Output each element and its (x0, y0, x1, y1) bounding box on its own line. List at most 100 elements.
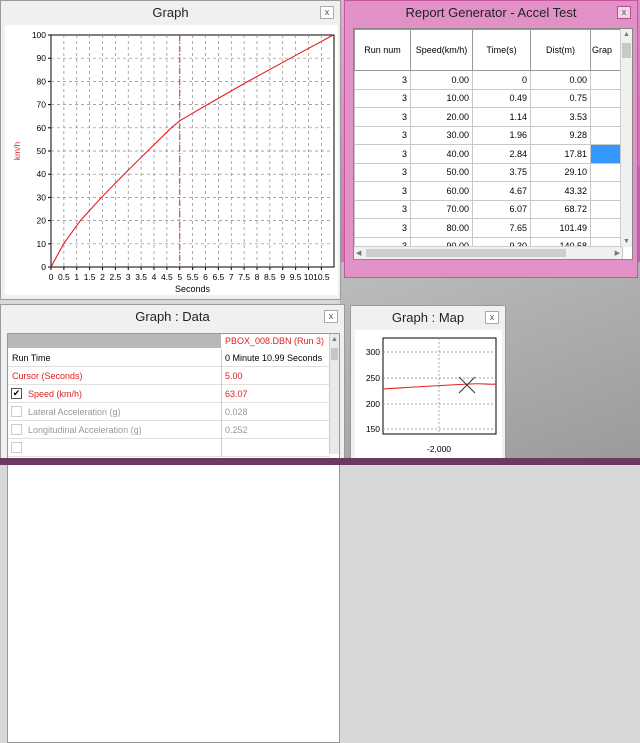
run-num-cell[interactable]: 3 (354, 199, 411, 219)
column-header-speed[interactable]: Speed(km/h) (410, 29, 473, 71)
data-row-run-time[interactable]: Run Time 0 Minute 10.99 Seconds (8, 349, 330, 367)
report-close-button[interactable]: x (617, 6, 631, 19)
table-row[interactable]: 3 60.00 4.67 43.32 (354, 181, 623, 201)
speed-cell[interactable]: 20.00 (410, 107, 473, 127)
dist-cell[interactable]: 43.32 (530, 181, 591, 201)
dist-cell[interactable]: 101.49 (530, 218, 591, 238)
graph-map-window[interactable]: Graph : Map x 300 250 200 150 -2,000 (350, 305, 506, 465)
time-cell[interactable]: 6.07 (472, 199, 531, 219)
data-row-speed[interactable]: ✔ Speed (km/h) 63.07 (8, 385, 330, 403)
data-vscroll-thumb[interactable] (331, 348, 338, 360)
time-cell[interactable]: 0.49 (472, 88, 531, 108)
graph-cell[interactable] (590, 199, 623, 219)
report-horizontal-scrollbar[interactable]: ◀ ▶ (354, 246, 622, 259)
report-generator-window[interactable]: Report Generator - Accel Test x Run num … (344, 0, 638, 278)
row-checkbox[interactable] (11, 442, 22, 453)
time-cell[interactable]: 1.14 (472, 107, 531, 127)
scroll-right-icon[interactable]: ▶ (615, 249, 620, 257)
speed-checkbox[interactable]: ✔ (11, 388, 22, 399)
table-row[interactable]: 3 20.00 1.14 3.53 (354, 107, 623, 127)
report-hscroll-thumb[interactable] (366, 249, 566, 257)
speed-cell[interactable]: 0.00 (410, 70, 473, 90)
x-tick-label: 3 (126, 272, 131, 282)
dist-cell[interactable]: 29.10 (530, 162, 591, 182)
speed-cell[interactable]: 40.00 (410, 144, 473, 164)
table-row[interactable]: 3 40.00 2.84 17.81 (354, 144, 623, 164)
x-tick-label: 4.5 (161, 272, 173, 282)
time-cell[interactable]: 4.67 (472, 181, 531, 201)
scroll-up-icon[interactable]: ▲ (623, 31, 630, 38)
speed-cell[interactable]: 80.00 (410, 218, 473, 238)
graph-cell[interactable] (590, 88, 623, 108)
graph-cell[interactable] (590, 162, 623, 182)
dist-cell[interactable]: 17.81 (530, 144, 591, 164)
run-num-cell[interactable]: 3 (354, 125, 411, 145)
graph-close-button[interactable]: x (320, 6, 334, 19)
data-row-cursor[interactable]: Cursor (Seconds) 5.00 (8, 367, 330, 385)
report-table-container: Run num Speed(km/h) Time(s) Dist(m) Grap… (353, 28, 633, 260)
speed-cell[interactable]: 60.00 (410, 181, 473, 201)
lateral-acceleration-checkbox[interactable] (11, 406, 22, 417)
speed-cell[interactable]: 10.00 (410, 88, 473, 108)
time-cell[interactable]: 2.84 (472, 144, 531, 164)
data-row-partial[interactable] (8, 439, 330, 457)
run-num-cell[interactable]: 3 (354, 181, 411, 201)
data-row-longitudinal-acceleration[interactable]: Longitudinal Acceleration (g) 0.252 (8, 421, 330, 439)
run-num-cell[interactable]: 3 (354, 218, 411, 238)
column-header-dist[interactable]: Dist(m) (530, 29, 591, 71)
x-tick-label: 2 (100, 272, 105, 282)
column-header-graph[interactable]: Grap (590, 29, 623, 71)
map-plot-area[interactable]: 300 250 200 150 -2,000 (355, 330, 502, 460)
graph-cell[interactable] (590, 70, 623, 90)
scroll-down-icon[interactable]: ▼ (623, 238, 630, 245)
time-cell[interactable]: 1.96 (472, 125, 531, 145)
map-close-button[interactable]: x (485, 311, 499, 324)
graph-cell[interactable] (590, 107, 623, 127)
dist-cell[interactable]: 9.28 (530, 125, 591, 145)
run-num-cell[interactable]: 3 (354, 144, 411, 164)
graph-cell[interactable] (590, 181, 623, 201)
dist-cell[interactable]: 68.72 (530, 199, 591, 219)
run-num-cell[interactable]: 3 (354, 88, 411, 108)
longitudinal-acceleration-checkbox[interactable] (11, 424, 22, 435)
table-row[interactable]: 3 10.00 0.49 0.75 (354, 88, 623, 108)
scroll-left-icon[interactable]: ◀ (356, 249, 361, 257)
time-cell[interactable]: 7.65 (472, 218, 531, 238)
report-window-title: Report Generator - Accel Test (405, 5, 577, 20)
graph-plot-area[interactable]: 0 10 20 30 40 50 60 70 80 90 100 0 0.5 1 1.5 2 2.5 3 3.5 4 4… (5, 25, 338, 295)
scroll-up-icon[interactable]: ▲ (331, 336, 338, 343)
x-axis-label: Seconds (175, 284, 211, 294)
graph-data-window[interactable]: Graph : Data x PBOX_008.DBN (Run 3) Run … (0, 304, 345, 743)
table-row[interactable]: 3 50.00 3.75 29.10 (354, 162, 623, 182)
graph-cell[interactable] (590, 125, 623, 145)
dist-cell[interactable]: 0.00 (530, 70, 591, 90)
dist-cell[interactable]: 3.53 (530, 107, 591, 127)
graph-cell[interactable] (590, 144, 623, 164)
time-cell[interactable]: 0 (472, 70, 531, 90)
x-tick-label: 6.5 (212, 272, 224, 282)
speed-cell[interactable]: 30.00 (410, 125, 473, 145)
report-vertical-scrollbar[interactable]: ▲ ▼ (620, 29, 632, 247)
data-close-button[interactable]: x (324, 310, 338, 323)
graph-cell[interactable] (590, 218, 623, 238)
time-cell[interactable]: 3.75 (472, 162, 531, 182)
run-num-cell[interactable]: 3 (354, 107, 411, 127)
speed-cell[interactable]: 70.00 (410, 199, 473, 219)
graph-window[interactable]: Graph x 0 10 20 30 40 50 60 70 80 90 100 0 0.5 1 1.5 2 2… (0, 0, 341, 300)
column-header-time[interactable]: Time(s) (472, 29, 531, 71)
dist-cell[interactable]: 0.75 (530, 88, 591, 108)
data-row-lateral-acceleration[interactable]: Lateral Acceleration (g) 0.028 (8, 403, 330, 421)
speed-cell[interactable]: 50.00 (410, 162, 473, 182)
table-row[interactable]: 3 70.00 6.07 68.72 (354, 199, 623, 219)
table-row[interactable]: 3 80.00 7.65 101.49 (354, 218, 623, 238)
x-tick-label: 1.5 (84, 272, 96, 282)
y-tick-label: 50 (37, 146, 47, 156)
data-vertical-scrollbar[interactable]: ▲ (329, 334, 339, 454)
column-header-run-num[interactable]: Run num (354, 29, 411, 71)
map-x-tick-label: -2,000 (427, 444, 451, 454)
table-row[interactable]: 3 30.00 1.96 9.28 (354, 125, 623, 145)
run-num-cell[interactable]: 3 (354, 162, 411, 182)
report-vscroll-thumb[interactable] (622, 43, 631, 58)
table-row[interactable]: 3 0.00 0 0.00 (354, 70, 623, 90)
run-num-cell[interactable]: 3 (354, 70, 411, 90)
